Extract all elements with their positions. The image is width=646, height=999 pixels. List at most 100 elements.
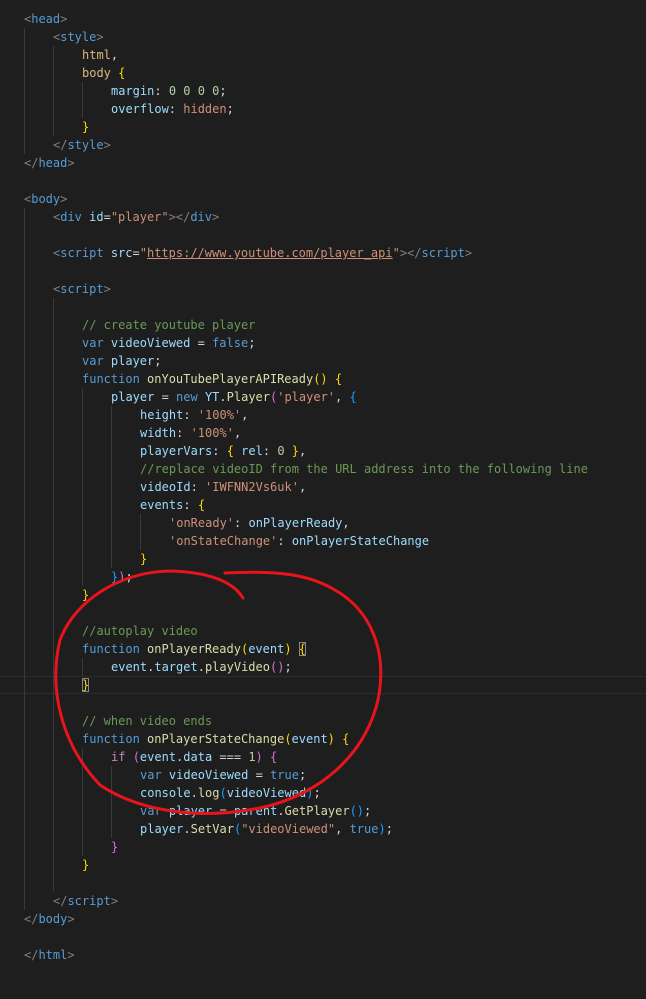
code-line[interactable]: } bbox=[0, 676, 646, 694]
code-token: </ bbox=[53, 138, 68, 152]
indent-guide bbox=[53, 748, 82, 766]
code-line[interactable]: event.target.playVideo(); bbox=[24, 658, 646, 676]
code-token: style bbox=[60, 30, 97, 44]
code-line[interactable]: var videoViewed = true; bbox=[24, 766, 646, 784]
code-line[interactable]: </head> bbox=[24, 154, 646, 172]
code-token: if bbox=[111, 750, 133, 764]
code-line[interactable]: </body> bbox=[24, 910, 646, 928]
code-token: event bbox=[111, 660, 148, 674]
code-token: rel bbox=[241, 444, 263, 458]
code-token: width bbox=[140, 426, 177, 440]
indent-guide bbox=[82, 568, 111, 586]
indent-guide bbox=[53, 460, 82, 478]
indent-guide bbox=[82, 424, 111, 442]
code-line[interactable]: function onPlayerStateChange(event) { bbox=[24, 730, 646, 748]
indent-guide bbox=[53, 424, 82, 442]
code-line[interactable]: //autoplay video bbox=[24, 622, 646, 640]
code-line[interactable]: margin: 0 0 0 0; bbox=[24, 82, 646, 100]
code-line[interactable] bbox=[24, 694, 646, 712]
code-line[interactable]: var player = parent.GetPlayer(); bbox=[24, 802, 646, 820]
code-line[interactable]: playerVars: { rel: 0 }, bbox=[24, 442, 646, 460]
code-token: body bbox=[38, 912, 68, 926]
code-line[interactable]: body { bbox=[24, 64, 646, 82]
code-line[interactable] bbox=[24, 298, 646, 316]
code-line[interactable]: } bbox=[24, 838, 646, 856]
code-token: player bbox=[168, 804, 213, 818]
code-line[interactable]: <script> bbox=[24, 280, 646, 298]
code-token: } bbox=[111, 840, 119, 854]
code-token: var bbox=[82, 336, 111, 350]
code-line[interactable]: function onPlayerReady(event) { bbox=[24, 640, 646, 658]
code-token: onPlayerStateChange bbox=[147, 732, 285, 746]
indent-guide bbox=[111, 442, 140, 460]
code-token: , bbox=[241, 408, 249, 422]
indent-guide bbox=[24, 496, 53, 514]
code-line[interactable]: // create youtube player bbox=[24, 316, 646, 334]
code-line[interactable]: videoId: 'IWFNN2Vs6uk', bbox=[24, 478, 646, 496]
code-token: > bbox=[60, 12, 68, 26]
code-line[interactable] bbox=[24, 262, 646, 280]
code-line[interactable]: if (event.data === 1) { bbox=[24, 748, 646, 766]
code-line[interactable]: html, bbox=[24, 46, 646, 64]
code-line[interactable]: } bbox=[24, 586, 646, 604]
code-token: > bbox=[110, 894, 119, 908]
code-line[interactable]: } bbox=[24, 550, 646, 568]
code-token: function bbox=[82, 372, 148, 386]
indent-guide bbox=[53, 370, 82, 388]
code-line[interactable]: } bbox=[24, 118, 646, 136]
code-line[interactable]: <head> bbox=[24, 10, 646, 28]
indent-guide bbox=[140, 532, 169, 550]
code-line[interactable] bbox=[24, 928, 646, 946]
code-line[interactable]: height: '100%', bbox=[24, 406, 646, 424]
code-line[interactable]: 'onReady': onPlayerReady, bbox=[24, 514, 646, 532]
code-token: ; bbox=[154, 354, 162, 368]
code-line[interactable] bbox=[24, 604, 646, 622]
code-line[interactable]: </html> bbox=[24, 946, 646, 964]
code-line[interactable]: <body> bbox=[24, 190, 646, 208]
code-token: . bbox=[219, 390, 227, 404]
indent-guide bbox=[53, 820, 82, 838]
code-line[interactable]: </style> bbox=[24, 136, 646, 154]
indent-guide bbox=[53, 676, 82, 694]
indent-guide bbox=[24, 370, 53, 388]
code-line[interactable]: //replace videoID from the URL address i… bbox=[24, 460, 646, 478]
code-line[interactable] bbox=[24, 226, 646, 244]
code-line[interactable]: <div id="player"></div> bbox=[24, 208, 646, 226]
code-token: events bbox=[140, 498, 184, 512]
code-line[interactable]: var videoViewed = false; bbox=[24, 334, 646, 352]
code-token: " bbox=[392, 246, 400, 260]
code-line[interactable]: events: { bbox=[24, 496, 646, 514]
indent-guide bbox=[53, 82, 82, 100]
code-line[interactable]: }); bbox=[24, 568, 646, 586]
code-line[interactable]: // when video ends bbox=[24, 712, 646, 730]
code-token: ; bbox=[364, 804, 372, 818]
code-line[interactable]: } bbox=[24, 856, 646, 874]
code-token: : bbox=[190, 480, 206, 494]
code-line[interactable]: player.SetVar("videoViewed", true); bbox=[24, 820, 646, 838]
code-line[interactable]: 'onStateChange': onPlayerStateChange bbox=[24, 532, 646, 550]
code-line[interactable]: overflow: hidden; bbox=[24, 100, 646, 118]
code-token: . bbox=[183, 822, 191, 836]
code-line[interactable]: var player; bbox=[24, 352, 646, 370]
code-line[interactable]: <style> bbox=[24, 28, 646, 46]
code-line[interactable] bbox=[24, 172, 646, 190]
code-line[interactable]: <script src="https://www.youtube.com/pla… bbox=[24, 244, 646, 262]
indent-guide bbox=[24, 532, 53, 550]
code-editor[interactable]: <head> <style> html, body {margin: 0 0 0 0;… bbox=[0, 10, 646, 964]
indent-guide bbox=[24, 730, 53, 748]
code-line[interactable]: width: '100%', bbox=[24, 424, 646, 442]
indent-guide bbox=[24, 658, 53, 676]
indent-guide bbox=[53, 334, 82, 352]
indent-guide bbox=[111, 406, 140, 424]
code-line[interactable]: </script> bbox=[24, 892, 646, 910]
code-line[interactable] bbox=[24, 874, 646, 892]
code-line[interactable]: function onYouTubePlayerAPIReady() { bbox=[24, 370, 646, 388]
code-line[interactable]: console.log(videoViewed); bbox=[24, 784, 646, 802]
code-token: GetPlayer bbox=[284, 804, 350, 818]
code-token: true bbox=[349, 822, 379, 836]
indent-guide bbox=[53, 730, 82, 748]
code-line[interactable]: player = new YT.Player('player', { bbox=[24, 388, 646, 406]
indent-guide bbox=[82, 802, 111, 820]
